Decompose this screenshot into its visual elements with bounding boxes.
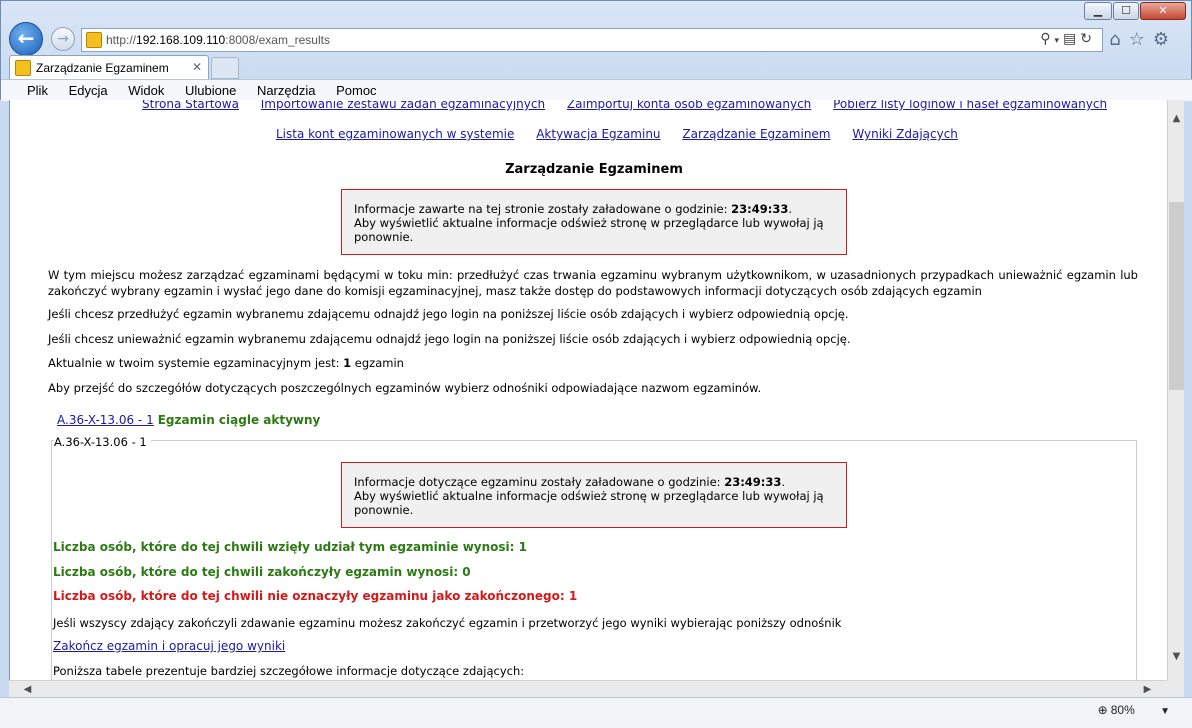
tab-favicon-icon [15,60,31,76]
extend-hint: Jeśli chcesz przedłużyć egzamin wybranem… [48,307,849,321]
invalidate-hint: Jeśli chcesz unieważnić egzamin wybranem… [48,332,851,346]
browser-tab[interactable]: Zarządzanie Egzaminem ✕ [9,55,209,79]
status-bar: ⊕ 80% ▼ [0,697,1192,728]
load-time-label: Informacje zawarte na tej stronie został… [354,202,732,216]
vertical-scroll-thumb[interactable] [1169,202,1184,390]
url-scheme: http:// [106,33,137,47]
exam-link[interactable]: A.36-X-13.06 - 1 [57,413,154,427]
close-window-button[interactable]: ✕ [1140,2,1186,20]
settings-gear-icon[interactable]: ⚙ [1153,29,1177,50]
maximize-button[interactable]: ☐ [1113,2,1139,20]
exam-count-unit: egzamin [351,356,404,370]
page-viewport: Strona Startowa Importowanie zestawu zad… [9,100,1167,680]
exam-entry: A.36-X-13.06 - 1 Egzamin ciągle aktywny [57,413,320,427]
home-icon[interactable]: ⌂ [1109,29,1128,50]
forward-button[interactable]: → [51,27,75,51]
horizontal-scrollbar[interactable]: ◀ ▶ [9,680,1167,697]
scrollbar-corner [1167,680,1184,697]
page-title: Zarządzanie Egzaminem [505,162,683,177]
load-time-value: 23:49:33 [731,202,789,216]
minimize-button[interactable]: ▁ [1084,2,1112,20]
menu-edycja[interactable]: Edycja [69,83,108,98]
exam-load-time-label: Informacje dotyczące egzaminu zostały za… [354,475,725,489]
menu-bar: Plik Edycja Widok Ulubione Narzędzia Pom… [1,79,1192,101]
stat-unfinished: Liczba osób, które do tej chwili nie ozn… [53,589,578,603]
exam-load-time-info-box: Informacje dotyczące egzaminu zostały za… [341,462,847,528]
scroll-down-icon[interactable]: ▼ [1168,648,1185,665]
menu-plik[interactable]: Plik [27,83,48,98]
table-hint: Poniższa tabele prezentuje bardziej szcz… [53,664,525,678]
finish-exam-link[interactable]: Zakończ egzamin i opracuj jego wyniki [53,639,285,653]
nav-link-import-tasks[interactable]: Importowanie zestawu zadań egzaminacyjny… [261,100,545,111]
dropdown-icon[interactable]: ▾ [1055,36,1064,46]
search-icon[interactable]: ⚲ [1040,31,1054,47]
exam-count-label: Aktualnie w twoim systemie egzaminacyjny… [48,356,344,370]
exam-details-legend: A.36-X-13.06 - 1 [54,435,151,449]
forward-arrow-icon: → [57,31,69,47]
exam-count-text: Aktualnie w twoim systemie egzaminacyjny… [48,355,1138,371]
vertical-scrollbar[interactable]: ▲ ▼ [1167,100,1184,680]
refresh-hint: Aby wyświetlić aktualne informacje odświ… [354,216,824,244]
exam-count-value: 1 [343,356,352,370]
zoom-control[interactable]: ⊕ 80% ▼ [1098,703,1170,717]
details-hint: Aby przejść do szczegółów dotyczących po… [48,381,762,395]
back-arrow-icon: ← [17,26,35,50]
refresh-icon[interactable]: ↻ [1080,31,1096,47]
nav-link-exam-management[interactable]: Zarządzanie Egzaminem [682,127,830,141]
menu-ulubione[interactable]: Ulubione [185,83,236,98]
scroll-up-icon[interactable]: ▲ [1168,110,1185,127]
tab-close-icon[interactable]: ✕ [192,60,202,74]
nav-row-secondary: Lista kont egzaminowanych w systemie Akt… [276,127,976,141]
back-button[interactable]: ← [9,22,43,56]
url-path: :8008/exam_results [225,33,330,47]
nav-link-start[interactable]: Strona Startowa [142,100,239,111]
compatibility-view-icon[interactable]: ▤ [1063,31,1080,47]
browser-chrome: ▁ ☐ ✕ ← → http://192.168.109.110:8008/ex… [0,0,1192,101]
nav-link-results[interactable]: Wyniki Zdających [852,127,958,141]
stat-started: Liczba osób, które do tej chwili wzięły … [53,540,527,554]
nav-link-exam-activation[interactable]: Aktywacja Egzaminu [536,127,660,141]
zoom-dropdown-icon[interactable]: ▼ [1160,706,1170,717]
exam-load-time-value: 23:49:33 [724,475,782,489]
tab-title: Zarządzanie Egzaminem [36,61,169,75]
address-bar[interactable]: http://192.168.109.110:8008/exam_results… [81,28,1103,52]
site-favicon-icon [86,32,102,48]
scroll-left-icon[interactable]: ◀ [19,681,36,698]
finish-hint: Jeśli wszyscy zdający zakończyli zdawani… [53,616,842,630]
intro-text: W tym miejscu możesz zarządzać egzaminam… [48,268,1138,298]
url-host: 192.168.109.110 [136,33,226,47]
nav-link-download-logins[interactable]: Pobierz listy loginów i haseł egzaminowa… [833,100,1107,111]
stat-finished: Liczba osób, które do tej chwili zakończ… [53,565,471,579]
nav-row-primary: Strona Startowa Importowanie zestawu zad… [142,100,1125,111]
menu-narzedzia[interactable]: Narzędzia [257,83,316,98]
load-time-info-box: Informacje zawarte na tej stronie został… [341,189,847,255]
zoom-level: 80% [1110,703,1135,717]
nav-link-import-accounts[interactable]: Zaimportuj konta osób egzaminowanych [567,100,811,111]
exam-status-badge: Egzamin ciągle aktywny [157,413,321,427]
favorites-star-icon[interactable]: ☆ [1129,29,1153,50]
nav-link-accounts-list[interactable]: Lista kont egzaminowanych w systemie [276,127,514,141]
menu-widok[interactable]: Widok [128,83,164,98]
zoom-icon: ⊕ [1097,703,1108,717]
menu-pomoc[interactable]: Pomoc [336,83,376,98]
url-text[interactable]: http://192.168.109.110:8008/exam_results [106,33,330,47]
new-tab-button[interactable] [211,57,239,79]
exam-refresh-hint: Aby wyświetlić aktualne informacje odświ… [354,489,824,517]
scroll-right-icon[interactable]: ▶ [1139,681,1156,698]
